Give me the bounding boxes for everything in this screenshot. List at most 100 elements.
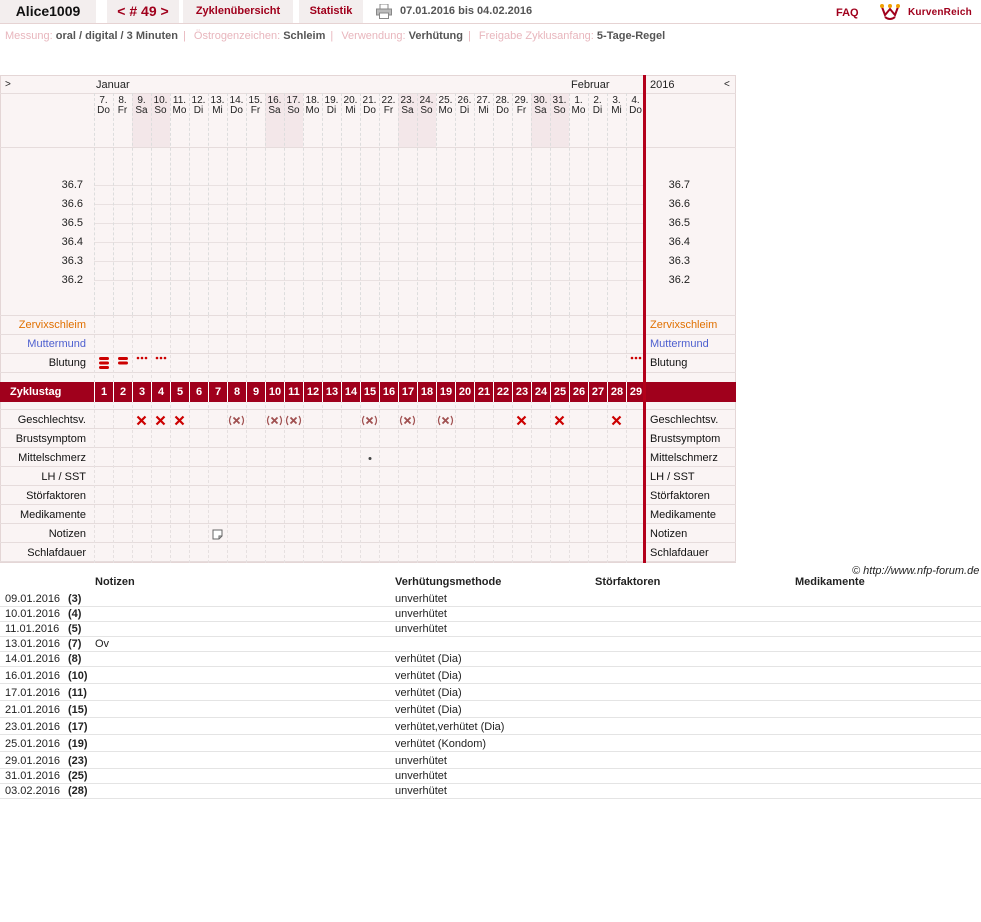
- notes-row: 09.01.2016 (3) unverhütet: [0, 591, 981, 607]
- month-label-feb: Februar: [571, 79, 610, 91]
- intercourse-unprotected-mark[interactable]: [512, 412, 531, 428]
- printer-icon[interactable]: [376, 3, 392, 19]
- weekday-label: Di: [459, 105, 470, 116]
- chart-nav-right[interactable]: <: [724, 76, 730, 94]
- weekday-label: Do: [496, 105, 509, 116]
- weekday-label: Do: [363, 105, 376, 116]
- tab-cycle-overview[interactable]: Zyklenübersicht: [183, 0, 293, 23]
- day-grid-line: [379, 315, 380, 563]
- notes-cycle-day: (10): [68, 670, 88, 682]
- copyright[interactable]: © http://www.nfp-forum.de: [852, 562, 979, 580]
- day-grid-line: [436, 315, 437, 563]
- setting-value-measurement: oral / digital / 3 Minuten: [55, 30, 178, 42]
- cycle-navigator[interactable]: < # 49 >: [107, 0, 179, 23]
- tab-statistics[interactable]: Statistik: [299, 0, 363, 23]
- row-label-lh: LH / SST: [41, 471, 86, 483]
- setting-value-usage: Verhütung: [408, 30, 463, 42]
- bleeding-medium-mark[interactable]: [113, 356, 132, 366]
- temp-grid-line: [94, 242, 645, 243]
- faq-link[interactable]: FAQ: [836, 2, 859, 25]
- cycle-day-number: 12: [303, 382, 322, 402]
- notes-header-med: Medikamente: [795, 576, 865, 588]
- intercourse-protected-mark[interactable]: [436, 412, 455, 428]
- notes-date: 23.01.2016: [5, 721, 61, 733]
- day-grid-line: [113, 93, 114, 315]
- cycle-day-number: 14: [341, 382, 360, 402]
- day-grid-line: [493, 93, 494, 315]
- intercourse-protected-mark[interactable]: [265, 412, 284, 428]
- notes-date: 21.01.2016: [5, 704, 61, 716]
- cycle-day-number: 10: [265, 382, 284, 402]
- day-grid-line: [265, 93, 266, 315]
- notes-date: 17.01.2016: [5, 687, 61, 699]
- intercourse-unprotected-mark[interactable]: [132, 412, 151, 428]
- notes-cycle-day: (4): [68, 608, 82, 620]
- day-grid-line: [626, 315, 627, 563]
- notes-date: 31.01.2016: [5, 770, 61, 782]
- note-icon[interactable]: [208, 526, 227, 542]
- day-grid-line: [227, 315, 228, 563]
- day-grid-line: [607, 93, 608, 315]
- row-label-right-brust: Brustsymptom: [650, 433, 721, 445]
- notes-method: unverhütet: [395, 785, 447, 797]
- cycle-day-number: 6: [189, 382, 208, 402]
- notes-row: 10.01.2016 (4) unverhütet: [0, 606, 981, 622]
- bleeding-heavy-mark[interactable]: [94, 356, 113, 370]
- intercourse-unprotected-mark[interactable]: [151, 412, 170, 428]
- day-grid-line: [512, 93, 513, 315]
- crown-icon: [880, 4, 900, 20]
- notes-date: 25.01.2016: [5, 738, 61, 750]
- row-label-right-med: Medikamente: [650, 509, 717, 521]
- date-range: 07.01.2016 bis 04.02.2016: [400, 5, 533, 17]
- temp-label-left: 36.4: [61, 236, 83, 248]
- day-grid-line: [455, 93, 456, 315]
- day-grid-line: [569, 93, 570, 315]
- cycle-day-number: 15: [360, 382, 379, 402]
- notes-date: 13.01.2016: [5, 638, 61, 650]
- intercourse-protected-mark[interactable]: [360, 412, 379, 428]
- notes-cycle-day: (23): [68, 755, 88, 767]
- day-grid-line: [474, 93, 475, 315]
- notes-method: unverhütet: [395, 623, 447, 635]
- weekday-label: Mo: [172, 105, 187, 116]
- intercourse-unprotected-mark[interactable]: [607, 412, 626, 428]
- day-grid-line: [341, 93, 342, 315]
- row-label-zervix: Zervixschleim: [18, 319, 86, 331]
- intercourse-unprotected-mark[interactable]: [170, 412, 189, 428]
- cycle-day-number: 17: [398, 382, 417, 402]
- logo-text: KurvenReich: [908, 6, 972, 18]
- weekday-label: Mo: [571, 105, 586, 116]
- day-grid-line: [417, 93, 418, 315]
- day-grid-line: [208, 93, 209, 315]
- intercourse-protected-mark[interactable]: [398, 412, 417, 428]
- intercourse-protected-mark[interactable]: [227, 412, 246, 428]
- notes-cycle-day: (25): [68, 770, 88, 782]
- weekday-label: Do: [97, 105, 110, 116]
- weekday-label: Di: [592, 105, 603, 116]
- day-grid-line: [132, 315, 133, 563]
- weekday-label: Di: [193, 105, 204, 116]
- spotting-mark[interactable]: [132, 355, 151, 361]
- row-label-brust: Brustsymptom: [15, 433, 86, 445]
- day-grid-line: [265, 315, 266, 563]
- notes-method: unverhütet: [395, 608, 447, 620]
- intercourse-protected-mark[interactable]: [284, 412, 303, 428]
- cycle-day-number: 19: [436, 382, 455, 402]
- notes-method: verhütet,verhütet (Dia): [395, 721, 505, 733]
- day-grid-line: [569, 315, 570, 563]
- cycle-day-number: 18: [417, 382, 436, 402]
- weekday-label: Fr: [250, 105, 261, 116]
- row-label-right-lh: LH / SST: [650, 471, 695, 483]
- weekday-label: Sa: [534, 105, 547, 116]
- temp-grid-line: [94, 280, 645, 281]
- ovulation-pain-mark[interactable]: [360, 450, 379, 466]
- kurvenreich-logo[interactable]: KurvenReich: [880, 2, 972, 22]
- row-label-right-zervix: Zervixschleim: [650, 319, 718, 331]
- spotting-mark[interactable]: [151, 355, 170, 361]
- notes-method: unverhütet: [395, 770, 447, 782]
- intercourse-unprotected-mark[interactable]: [550, 412, 569, 428]
- notes-method: verhütet (Dia): [395, 670, 462, 682]
- chart-nav-left[interactable]: >: [5, 76, 11, 94]
- row-label-right-muttermund: Muttermund: [650, 338, 709, 350]
- day-grid-line: [531, 93, 532, 315]
